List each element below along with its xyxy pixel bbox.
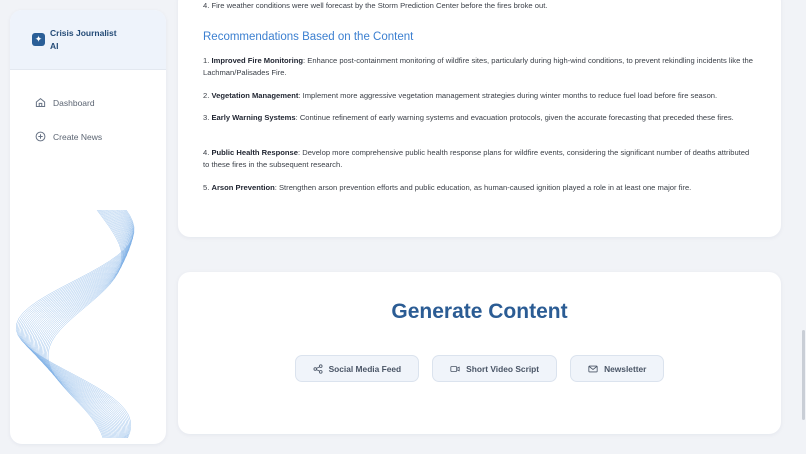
- page-scrollbar[interactable]: [802, 330, 805, 420]
- sidebar-item-label: Dashboard: [53, 97, 95, 108]
- rec-text: : Strengthen arson prevention efforts an…: [274, 183, 692, 192]
- list-item: 5. Arson Prevention: Strengthen arson pr…: [203, 183, 692, 192]
- sidebar-item-label: Create News: [53, 131, 103, 142]
- rec-title: Early Warning Systems: [211, 113, 296, 122]
- brand-title: Crisis Journalist AI: [50, 28, 117, 51]
- social-media-feed-button[interactable]: Social Media Feed: [294, 355, 420, 382]
- home-icon: [35, 97, 46, 108]
- rec-text: : Continue refinement of early warning s…: [295, 113, 734, 122]
- list-item: 3. Early Warning Systems: Continue refin…: [203, 113, 734, 122]
- generate-content-card: Generate Content Social Media Feed Short…: [178, 272, 781, 434]
- generate-buttons: Social Media Feed Short Video Script New…: [178, 355, 781, 382]
- mail-icon: [588, 365, 598, 372]
- brand-logo-icon: ✦: [32, 33, 45, 46]
- sidebar-nav: Dashboard Create News: [10, 94, 166, 145]
- generate-content-title: Generate Content: [391, 300, 568, 323]
- plus-circle-icon: [35, 131, 46, 142]
- list-item: 2. Vegetation Management: Implement more…: [203, 91, 718, 100]
- rec-title: Vegetation Management: [211, 91, 299, 100]
- short-video-script-button[interactable]: Short Video Script: [432, 355, 558, 382]
- newsletter-button[interactable]: Newsletter: [570, 355, 665, 382]
- brand[interactable]: ✦ Crisis Journalist AI: [10, 10, 166, 70]
- video-icon: [450, 365, 460, 372]
- rec-title: Arson Prevention: [211, 183, 275, 192]
- recommendations-card: 4. Fire weather conditions were well for…: [178, 0, 781, 237]
- report-line: 4. Fire weather conditions were well for…: [203, 1, 548, 10]
- sidebar-item-dashboard[interactable]: Dashboard: [10, 94, 166, 111]
- rec-text: : Implement more aggressive vegetation m…: [298, 91, 718, 100]
- rec-title: Improved Fire Monitoring: [211, 56, 304, 65]
- wave-decoration: [15, 209, 135, 439]
- list-item: 4. Public Health Response: Develop more …: [203, 148, 750, 169]
- rec-title: Public Health Response: [211, 148, 298, 157]
- recommendations-heading: Recommendations Based on the Content: [203, 31, 414, 43]
- button-label: Short Video Script: [466, 363, 540, 374]
- share-icon: [313, 363, 323, 374]
- button-label: Newsletter: [604, 363, 647, 374]
- button-label: Social Media Feed: [328, 363, 402, 374]
- list-item: 1. Improved Fire Monitoring: Enhance pos…: [203, 56, 753, 77]
- sidebar-item-create-news[interactable]: Create News: [10, 128, 166, 145]
- sidebar: ✦ Crisis Journalist AI Dashboard Create …: [10, 10, 166, 444]
